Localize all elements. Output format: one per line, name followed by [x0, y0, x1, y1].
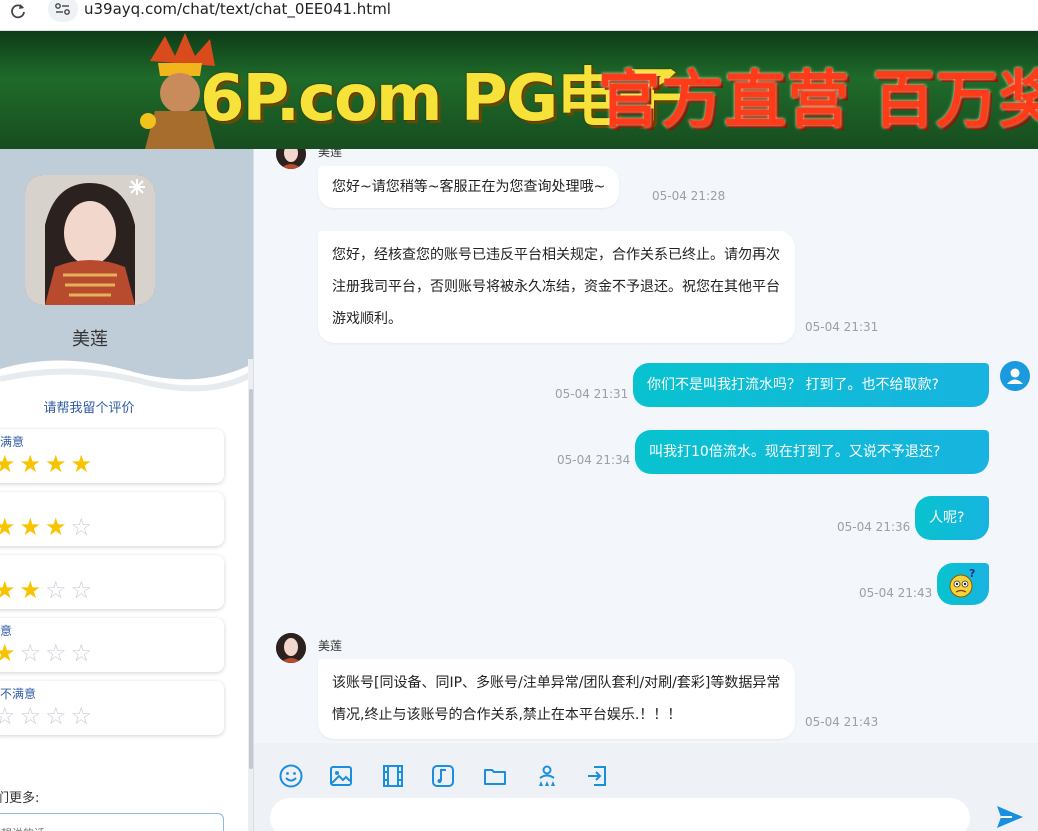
- smile-icon[interactable]: [278, 763, 304, 789]
- rating-option-5[interactable]: 不满意 ☆☆☆☆: [0, 681, 224, 735]
- message-time: 05-04 21:43: [805, 715, 879, 729]
- music-icon[interactable]: [430, 763, 456, 789]
- agent-message-avatar: [276, 149, 306, 169]
- chat-page: u39ayq.com/chat/text/chat_0EE041.html 6P…: [0, 0, 1038, 831]
- url-text[interactable]: u39ayq.com/chat/text/chat_0EE041.html: [84, 0, 391, 18]
- feedback-input[interactable]: [0, 813, 224, 831]
- svg-text:?: ?: [969, 567, 975, 580]
- rating-title: 请帮我留个评价: [43, 401, 135, 416]
- exit-icon[interactable]: [584, 763, 610, 789]
- agent-sidebar: 美莲 请帮我留个评价 满意 ★★★★ ★★★☆ ★★☆☆ 意 ★☆☆☆ 不满意 …: [0, 149, 254, 831]
- agent-name: 美莲: [72, 329, 108, 350]
- feedback-label: 们更多:: [0, 791, 40, 806]
- promo-banner[interactable]: 6P.com PG电子 官方直营 百万奖池: [0, 31, 1038, 149]
- sparkle-icon: [129, 179, 145, 195]
- message-input[interactable]: [270, 798, 970, 831]
- message-sender-name: 美莲: [318, 149, 343, 159]
- rating-option-3[interactable]: ★★☆☆: [0, 555, 224, 609]
- message-time: 05-04 21:28: [652, 189, 726, 203]
- rating-stars: ★☆☆☆: [0, 639, 97, 667]
- reload-icon[interactable]: [8, 2, 28, 22]
- message-time: 05-04 21:36: [837, 520, 911, 534]
- rating-label: 意: [0, 624, 13, 638]
- rating-stars: ★★★☆: [0, 513, 97, 541]
- message-sender-name: 美莲: [318, 639, 343, 653]
- user-message-bubble: 你们不是叫我打流水吗？ 打到了。也不给取款?: [633, 363, 989, 407]
- send-icon[interactable]: [994, 803, 1026, 831]
- rating-option-2[interactable]: ★★★☆: [0, 492, 224, 546]
- browser-address-bar: u39ayq.com/chat/text/chat_0EE041.html: [0, 0, 1038, 31]
- message-composer: [254, 795, 1038, 831]
- chat-messages[interactable]: 美莲 您好~请您稍等~客服正在为您查询处理哦~ 05-04 21:28 您好，经…: [254, 149, 1038, 743]
- user-avatar: [1000, 361, 1030, 391]
- user-message-bubble: 叫我打10倍流水。现在打到了。又说不予退还?: [635, 430, 989, 474]
- site-info-icon[interactable]: [48, 0, 78, 22]
- image-icon[interactable]: [328, 763, 354, 789]
- agent-message-bubble: 该账号[同设备、同IP、多账号/注单异常/团队套利/对刷/套彩]等数据异常情况,…: [318, 659, 795, 739]
- agent-message-bubble: 您好，经核查您的账号已违反平台相关规定，合作关系已终止。请勿再次注册我司平台，否…: [318, 231, 795, 343]
- message-time: 05-04 21:31: [555, 387, 629, 401]
- profile-wave-divider: [0, 360, 253, 397]
- folder-icon[interactable]: [482, 763, 508, 789]
- rating-label: 不满意: [0, 687, 37, 701]
- video-icon[interactable]: [380, 763, 406, 789]
- rating-stars: ☆☆☆☆: [0, 702, 97, 730]
- rating-option-4[interactable]: 意 ★☆☆☆: [0, 618, 224, 672]
- chat-toolbar: [254, 743, 1038, 795]
- rating-stars: ★★☆☆: [0, 576, 97, 604]
- message-time: 05-04 21:43: [859, 586, 933, 600]
- user-message-bubble: 人呢?: [915, 496, 989, 540]
- user-emoji-bubble: ?: [937, 563, 989, 605]
- agent-message-avatar: [276, 633, 306, 663]
- rating-option-1[interactable]: 满意 ★★★★: [0, 429, 224, 483]
- confused-emoji-icon: ?: [949, 567, 975, 598]
- banner-slogan-text: 官方直营 百万奖池: [598, 63, 1038, 136]
- sidebar-scroll-thumb[interactable]: [249, 389, 253, 769]
- rating-label: 满意: [0, 435, 25, 449]
- agent-message-bubble: 您好~请您稍等~客服正在为您查询处理哦~: [318, 166, 620, 208]
- rating-stars: ★★★★: [0, 450, 97, 478]
- transfer-agent-icon[interactable]: [534, 763, 560, 789]
- message-time: 05-04 21:34: [557, 453, 631, 467]
- message-time: 05-04 21:31: [805, 320, 879, 334]
